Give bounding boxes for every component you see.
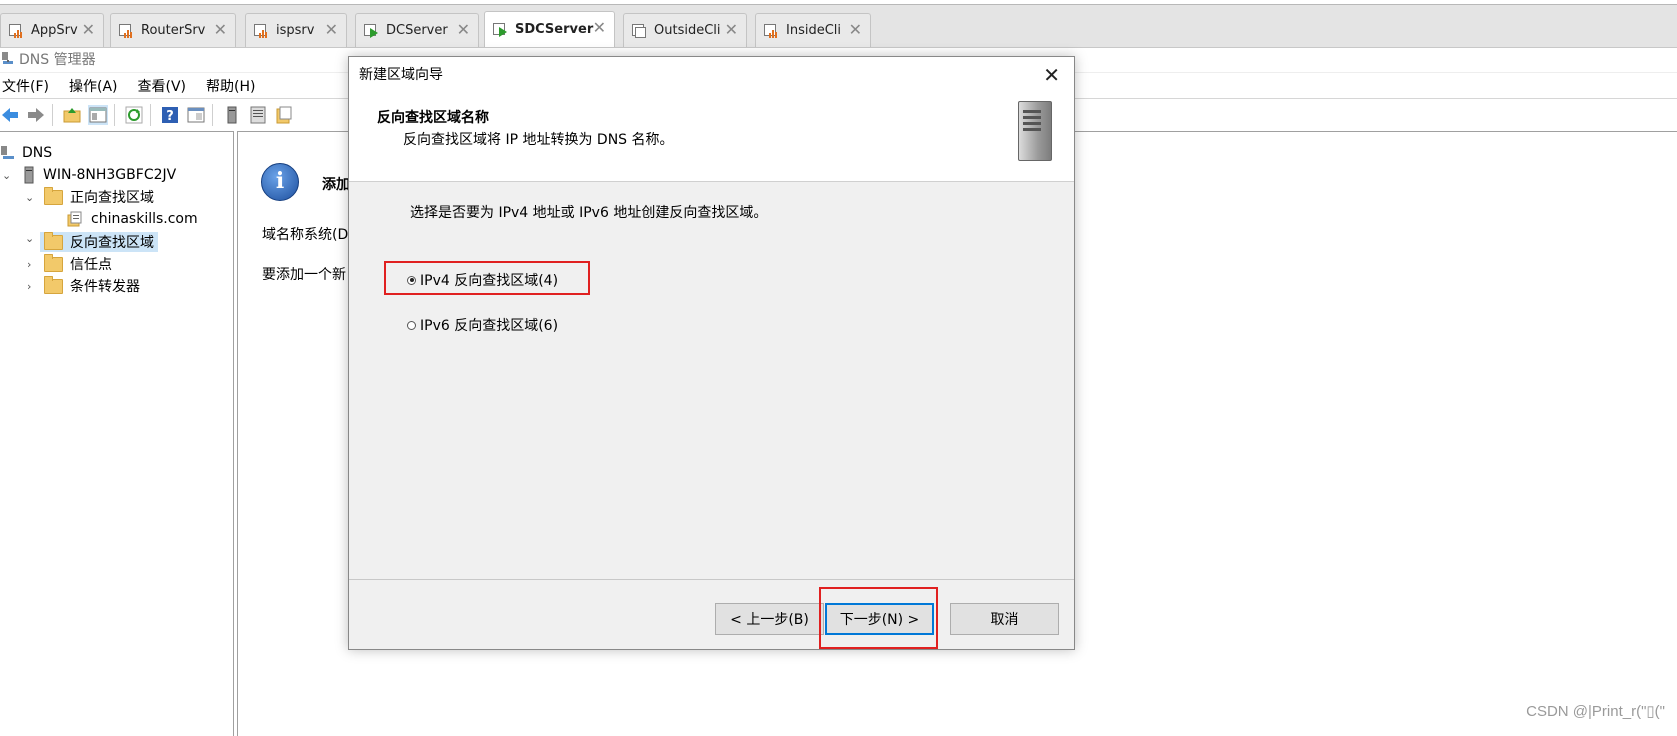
vm-stopped-icon	[632, 23, 648, 39]
vm-tab-ispsrv[interactable]: ispsrv ✕	[245, 13, 347, 47]
wizard-step-subtitle: 反向查找区域将 IP 地址转换为 DNS 名称。	[403, 132, 674, 148]
vm-running-icon	[764, 23, 780, 39]
vm-tab-routersrv[interactable]: RouterSrv ✕	[110, 13, 236, 47]
chevron-right-icon[interactable]: ›	[27, 280, 31, 293]
vm-tab-strip: AppSrv ✕ RouterSrv ✕ ispsrv ✕ DCServer ✕…	[0, 4, 1677, 48]
server-icon	[24, 166, 34, 184]
result-line-1: 域名称系统(D	[262, 227, 349, 243]
tree-item-reverse-zones[interactable]: 反向查找区域	[40, 231, 158, 252]
console-tree: DNS ⌄ WIN-8NH3GBFC2JV ⌄ 正向查找区域 chinaskil…	[0, 131, 234, 736]
up-folder-icon[interactable]	[62, 105, 82, 125]
vm-running-icon	[119, 23, 135, 39]
dialog-title-bar: 新建区域向导 ✕	[349, 57, 1074, 91]
properties-icon[interactable]	[186, 105, 206, 125]
close-icon[interactable]: ✕	[725, 22, 738, 38]
menu-file[interactable]: 文件(F)	[2, 76, 49, 96]
watermark: CSDN @|Print_r("▯("	[1526, 703, 1665, 720]
folder-icon	[44, 231, 63, 250]
new-zone-wizard-dialog: 新建区域向导 ✕ 反向查找区域名称 反向查找区域将 IP 地址转换为 DNS 名…	[348, 56, 1075, 650]
tree-item-conditional-forwarders[interactable]: › 条件转发器	[0, 275, 140, 296]
mmc-title: DNS 管理器	[19, 52, 96, 68]
wizard-header: 反向查找区域名称 反向查找区域将 IP 地址转换为 DNS 名称。	[349, 91, 1074, 182]
cancel-button[interactable]: 取消	[950, 603, 1059, 635]
toolbar-separator	[212, 104, 213, 126]
close-icon[interactable]: ✕	[593, 20, 606, 36]
highlight-box	[384, 261, 590, 295]
show-tree-icon[interactable]	[88, 105, 108, 125]
zone-file-icon	[67, 211, 82, 226]
tree-item-server[interactable]: ⌄ WIN-8NH3GBFC2JV	[0, 165, 176, 185]
chevron-down-icon[interactable]: ⌄	[25, 232, 34, 245]
toolbar-separator	[114, 104, 115, 126]
folder-icon	[44, 275, 63, 294]
result-heading: 添加	[322, 177, 350, 193]
help-icon[interactable]: ?	[160, 105, 180, 125]
server-icon	[1010, 99, 1060, 163]
menu-help[interactable]: 帮助(H)	[206, 76, 255, 96]
vm-tab-outsidecli[interactable]: OutsideCli ✕	[623, 13, 747, 47]
chevron-right-icon[interactable]: ›	[27, 258, 31, 271]
folder-icon	[44, 186, 63, 205]
chevron-down-icon[interactable]: ⌄	[2, 169, 11, 182]
vm-running-icon	[9, 23, 25, 39]
ipv6-reverse-zone-radio[interactable]: IPv6 反向查找区域(6)	[407, 315, 558, 335]
toolbar-separator	[52, 104, 53, 126]
close-icon[interactable]: ✕	[457, 22, 470, 38]
wizard-prompt: 选择是否要为 IPv4 地址或 IPv6 地址创建反向查找区域。	[410, 205, 768, 221]
dns-manager-icon	[2, 52, 13, 64]
dialog-title: 新建区域向导	[359, 67, 443, 83]
tree-item-dns[interactable]: DNS	[0, 143, 52, 163]
wizard-step-title: 反向查找区域名称	[377, 110, 489, 126]
vm-tab-appsrv[interactable]: AppSrv ✕	[0, 13, 104, 47]
tree-item-forward-zones[interactable]: ⌄ 正向查找区域	[0, 186, 154, 207]
refresh-icon[interactable]	[124, 105, 144, 125]
tree-item-chinaskills-zone[interactable]: chinaskills.com	[0, 209, 198, 229]
server-icon[interactable]	[222, 105, 242, 125]
vm-tab-sdcserver[interactable]: SDCServer ✕	[484, 11, 615, 47]
forward-arrow-icon[interactable]	[26, 105, 46, 125]
back-arrow-icon[interactable]	[0, 105, 20, 125]
highlight-box	[819, 587, 938, 649]
info-icon: i	[261, 163, 299, 201]
back-button[interactable]: < 上一步(B)	[715, 603, 824, 635]
vm-tab-dcserver[interactable]: DCServer ✕	[355, 13, 479, 47]
radio-unselected-icon[interactable]	[407, 320, 416, 330]
wizard-footer: < 上一步(B) 下一步(N) > 取消	[349, 579, 1074, 650]
result-line-2: 要添加一个新	[262, 267, 346, 283]
vm-tab-insidecli[interactable]: InsideCli ✕	[755, 13, 871, 47]
close-icon[interactable]: ✕	[325, 22, 338, 38]
close-icon[interactable]: ✕	[1043, 63, 1060, 87]
toolbar-separator	[150, 104, 151, 126]
wizard-body: 选择是否要为 IPv4 地址或 IPv6 地址创建反向查找区域。 IPv4 反向…	[349, 182, 1074, 579]
export-icon[interactable]	[274, 105, 294, 125]
vm-running-icon	[254, 23, 270, 39]
chevron-down-icon[interactable]: ⌄	[25, 191, 34, 204]
list-icon[interactable]	[248, 105, 268, 125]
vm-play-icon	[364, 23, 380, 39]
close-icon[interactable]: ✕	[849, 22, 862, 38]
vm-play-icon	[493, 22, 509, 38]
dns-icon	[1, 146, 14, 159]
tree-item-trust-points[interactable]: › 信任点	[0, 253, 112, 274]
menu-action[interactable]: 操作(A)	[69, 76, 118, 96]
menu-view[interactable]: 查看(V)	[138, 76, 187, 96]
svg-text:?: ?	[166, 109, 174, 124]
close-icon[interactable]: ✕	[214, 22, 227, 38]
close-icon[interactable]: ✕	[82, 22, 95, 38]
folder-icon	[44, 253, 63, 272]
